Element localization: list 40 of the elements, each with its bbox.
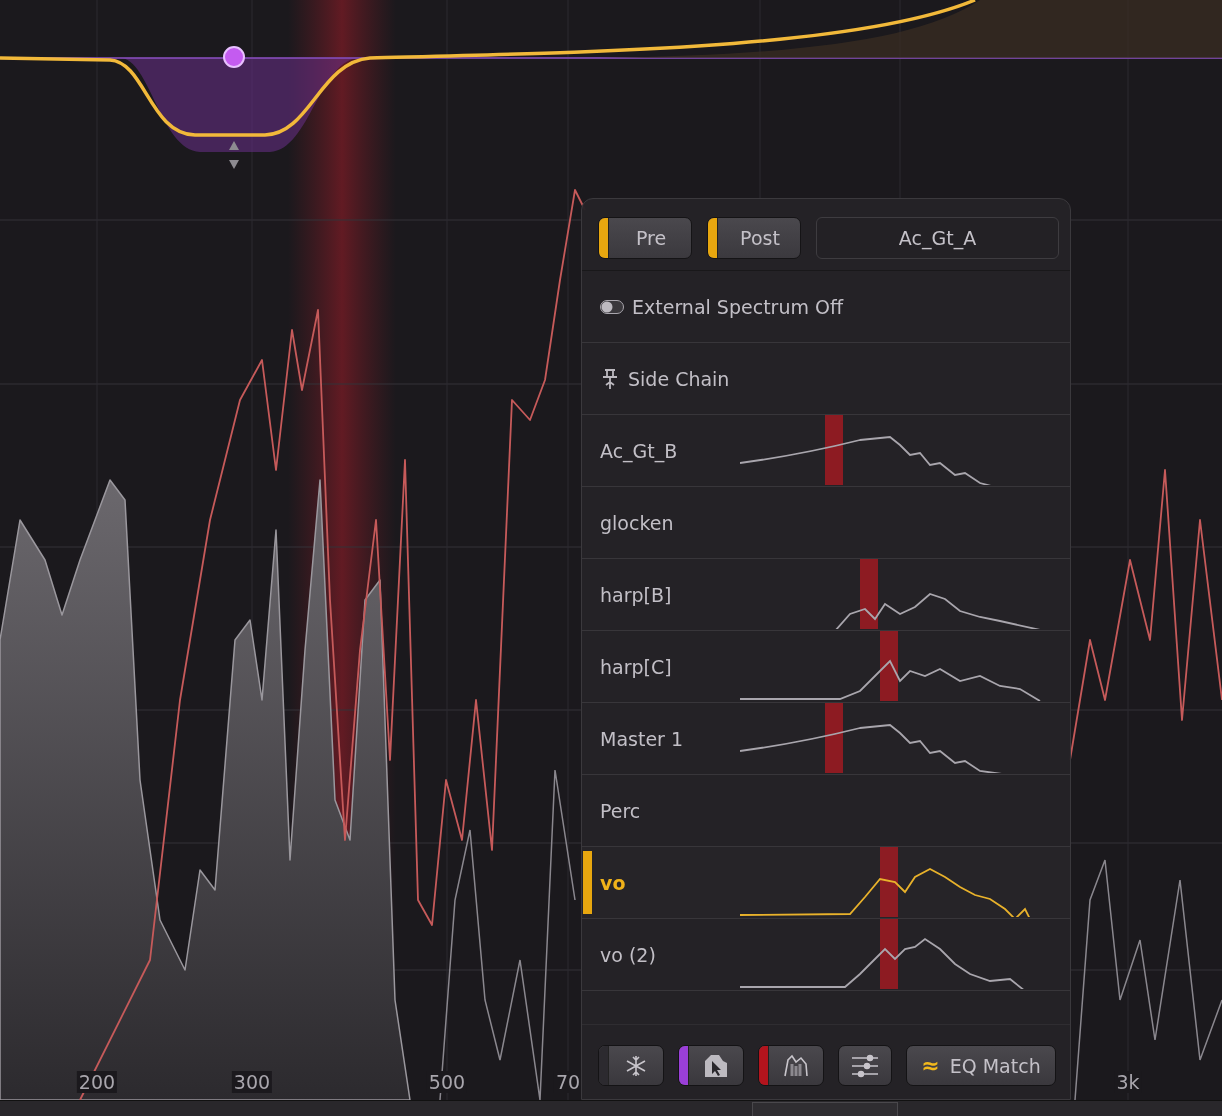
track-row[interactable]: vo [582, 847, 1070, 919]
frequency-label: 300 [231, 1071, 273, 1093]
track-row[interactable]: harp[B] [582, 559, 1070, 631]
track-name: Ac_Gt_B [600, 439, 678, 462]
track-name: vo (2) [600, 943, 656, 966]
track-row[interactable]: glocken [582, 487, 1070, 559]
toggle-button[interactable]: Post [707, 217, 801, 259]
track-name: harp[C] [600, 655, 672, 678]
source-name-field[interactable]: Ac_Gt_A [816, 217, 1059, 259]
eq-match-button[interactable]: ≈ EQ Match [906, 1045, 1056, 1086]
tool-button[interactable] [838, 1045, 892, 1086]
external-spectrum-label: External Spectrum Off [632, 295, 844, 318]
track-name: glocken [600, 511, 674, 534]
sliders-icon [851, 1053, 879, 1078]
down-arrow-icon[interactable] [229, 160, 239, 169]
track-name: Master 1 [600, 727, 683, 750]
horizontal-scrollbar[interactable] [0, 1100, 1222, 1116]
selection-bar [583, 851, 592, 914]
track-row[interactable]: Master 1 [582, 703, 1070, 775]
track-name: Perc [600, 799, 641, 822]
cursor-on-shape-icon [703, 1052, 729, 1079]
up-arrow-icon[interactable] [229, 141, 239, 150]
frequency-label: 200 [76, 1071, 118, 1093]
frequency-label: 3k [1114, 1071, 1142, 1093]
side-chain-label: Side Chain [628, 367, 730, 390]
track-row[interactable]: harp[C] [582, 631, 1070, 703]
tool-button[interactable] [758, 1045, 824, 1086]
pin-icon [600, 367, 620, 390]
track-row[interactable]: Ac_Gt_B [582, 415, 1070, 487]
tool-button[interactable] [598, 1045, 664, 1086]
snowflake-icon [625, 1054, 647, 1077]
track-name: harp[B] [600, 583, 672, 606]
toggle-button[interactable]: Pre [598, 217, 692, 259]
tool-button[interactable] [678, 1045, 744, 1086]
track-row[interactable]: vo (2) [582, 919, 1070, 991]
scrollbar-thumb[interactable] [752, 1102, 898, 1116]
toggle-switch-icon[interactable] [600, 299, 624, 314]
track-name: vo [600, 871, 626, 894]
side-chain-row[interactable]: Side Chain [582, 343, 1070, 415]
spectrum-peak-icon [783, 1053, 809, 1078]
